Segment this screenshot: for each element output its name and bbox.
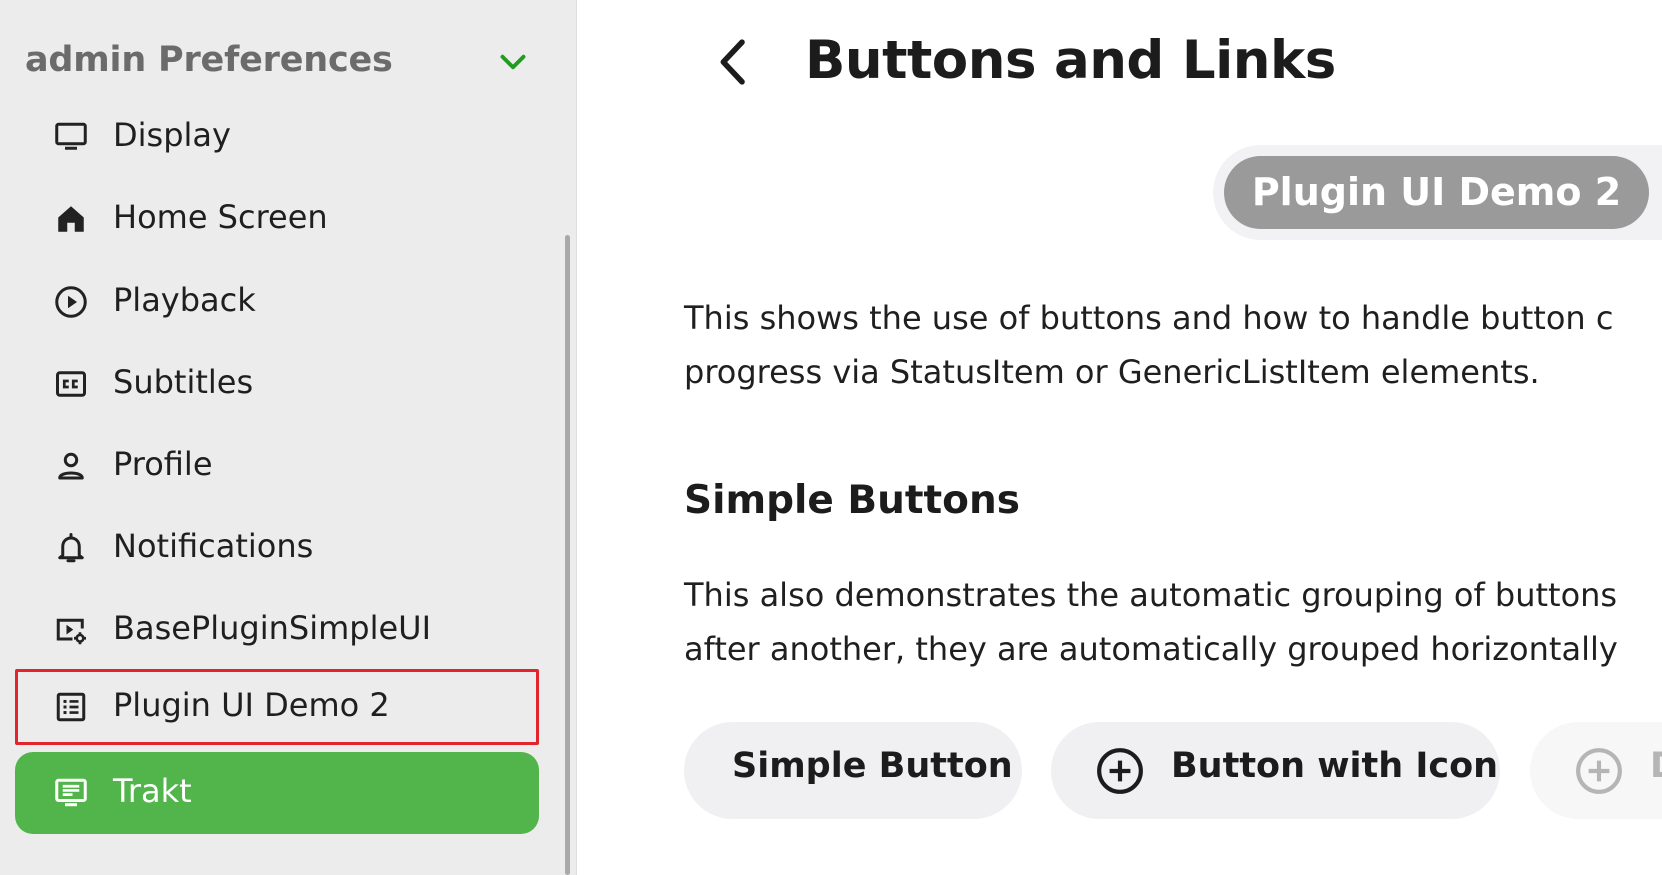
app-window: admin Preferences Display Home Screen Pl… [0, 0, 1662, 875]
sidebar-item-label: Notifications [113, 527, 314, 565]
section-paragraph: This also demonstrates the automatic gro… [684, 568, 1662, 676]
home-icon [58, 206, 84, 232]
sidebar-item-label: Profile [113, 445, 213, 483]
sidebar-item-label: Trakt [113, 772, 192, 810]
list-alt-icon [56, 692, 86, 722]
button-label: Simple Button [732, 746, 1013, 786]
add-circle-icon [1576, 748, 1622, 794]
section-line: after another, they are automatically gr… [684, 630, 1618, 668]
chevron-down-icon[interactable] [495, 44, 531, 80]
bell-icon [58, 533, 84, 563]
play-circle-icon [55, 286, 87, 318]
page-title: Buttons and Links [805, 30, 1336, 91]
sidebar-item-plugin-ui-demo-2[interactable]: Plugin UI Demo 2 [15, 669, 539, 745]
plugin-chip[interactable]: Plugin UI Demo 2 [1224, 156, 1649, 229]
section-line: This also demonstrates the automatic gro… [684, 576, 1618, 614]
add-circle-icon [1097, 748, 1143, 794]
sidebar: admin Preferences Display Home Screen Pl… [0, 0, 577, 875]
sidebar-item-home-screen[interactable]: Home Screen [15, 181, 539, 257]
video-settings-icon [56, 618, 86, 645]
sidebar-item-label: Playback [113, 281, 256, 319]
sidebar-scrollbar[interactable] [565, 235, 570, 875]
sidebar-item-trakt[interactable]: Trakt [15, 752, 539, 834]
section-title: Simple Buttons [684, 478, 1020, 523]
sidebar-item-label: BasePluginSimpleUI [113, 609, 431, 647]
sidebar-item-playback[interactable]: Playback [15, 264, 539, 340]
sidebar-item-display[interactable]: Display [15, 99, 539, 175]
chevron-left-icon[interactable] [707, 30, 763, 94]
sidebar-item-notifications[interactable]: Notifications [15, 510, 539, 586]
button-with-icon[interactable]: Button with Icon [1051, 722, 1500, 819]
sidebar-item-label: Plugin UI Demo 2 [113, 686, 390, 724]
sidebar-item-subtitles[interactable]: Subtitles [15, 346, 539, 422]
sidebar-item-profile[interactable]: Profile [15, 428, 539, 504]
plugin-tab-bar: Plugin UI Demo 2 [1213, 145, 1662, 240]
main-content: Buttons and Links Plugin UI Demo 2 This … [577, 0, 1662, 875]
sidebar-title: admin Preferences [25, 40, 393, 80]
simple-button[interactable]: Simple Button [684, 722, 1022, 819]
disabled-button[interactable]: D [1530, 722, 1662, 819]
intro-line: This shows the use of buttons and how to… [684, 299, 1614, 337]
sidebar-header[interactable]: admin Preferences [25, 36, 535, 86]
sidebar-item-label: Home Screen [113, 198, 328, 236]
sidebar-item-label: Display [113, 116, 231, 154]
person-icon [58, 452, 84, 480]
sidebar-item-basepluginsimpleui[interactable]: BasePluginSimpleUI [15, 592, 539, 668]
closed-caption-icon [56, 371, 86, 397]
intro-line: progress via StatusItem or GenericListIt… [684, 353, 1540, 391]
monitor-icon [55, 122, 87, 150]
button-label: Button with Icon [1171, 746, 1499, 786]
intro-paragraph: This shows the use of buttons and how to… [684, 291, 1662, 399]
tv-list-icon [55, 778, 87, 807]
sidebar-item-label: Subtitles [113, 363, 254, 401]
button-label: D [1650, 746, 1662, 786]
